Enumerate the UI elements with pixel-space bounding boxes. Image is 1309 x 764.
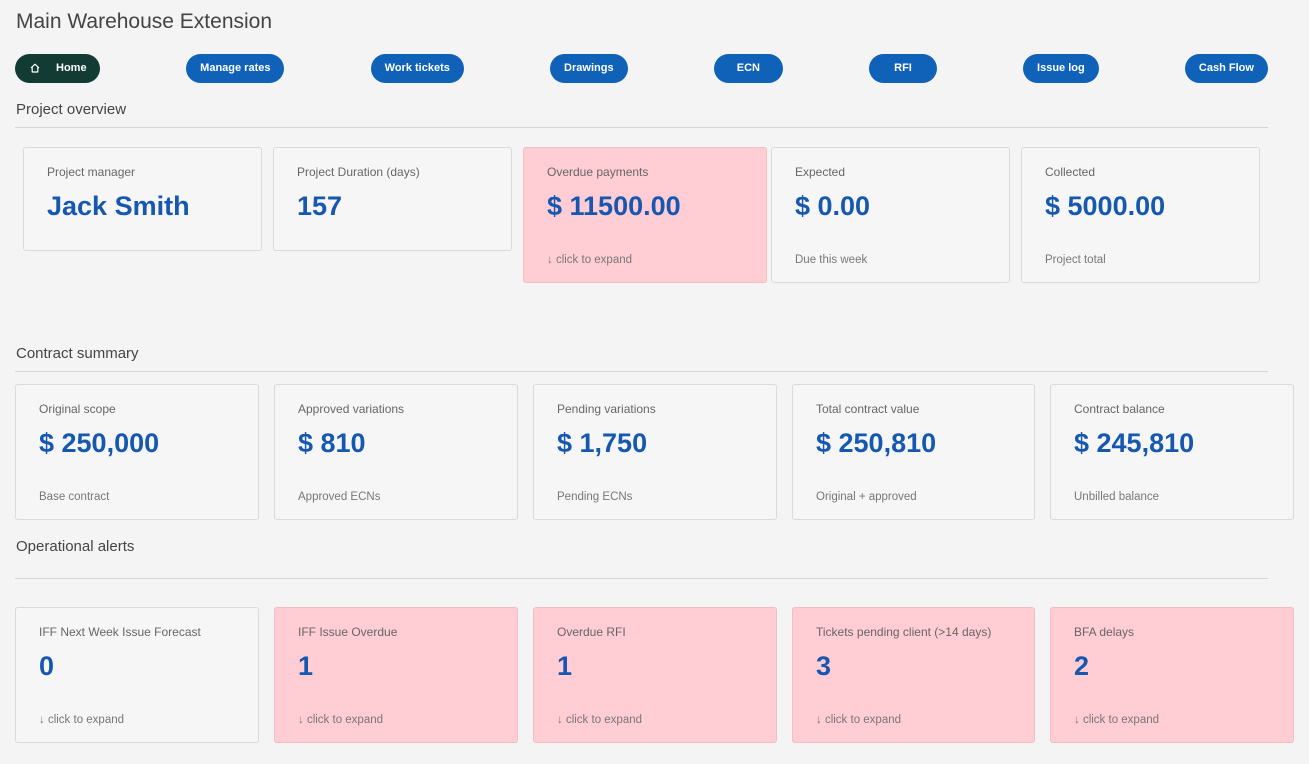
card-bfa-delays[interactable]: BFA delays 2 ↓ click to expand	[1050, 607, 1294, 743]
nav-issue-log-button[interactable]: Issue log	[1023, 53, 1099, 83]
nav-drawings-button[interactable]: Drawings	[550, 53, 628, 83]
nav-home-button[interactable]: Home	[15, 53, 100, 83]
card-overdue-payments[interactable]: Overdue payments $ 11500.00 ↓ click to e…	[523, 147, 767, 283]
card-original-scope: Original scope $ 250,000 Base contract	[15, 384, 259, 520]
card-expand-hint: ↓ click to expand	[39, 714, 125, 726]
card-tickets-pending-client[interactable]: Tickets pending client (>14 days) 3 ↓ cl…	[792, 607, 1035, 743]
page-title: Main Warehouse Extension	[16, 10, 273, 33]
card-iff-next-week-forecast[interactable]: IFF Next Week Issue Forecast 0 ↓ click t…	[15, 607, 259, 743]
card-value: $ 1,750	[557, 428, 648, 458]
card-sub: Due this week	[795, 254, 868, 266]
top-nav: Home Manage rates Work tickets Drawings …	[15, 53, 1268, 83]
card-approved-variations: Approved variations $ 810 Approved ECNs	[274, 384, 518, 520]
card-expand-hint: ↓ click to expand	[547, 254, 633, 266]
card-label: Contract balance	[1074, 402, 1165, 416]
card-value: $ 250,000	[39, 428, 160, 458]
card-expand-hint: ↓ click to expand	[816, 714, 902, 726]
card-label: Collected	[1045, 165, 1096, 179]
card-project-manager: Project manager Jack Smith	[23, 147, 262, 251]
card-expected: Expected $ 0.00 Due this week	[771, 147, 1010, 283]
card-contract-balance: Contract balance $ 245,810 Unbilled bala…	[1050, 384, 1294, 520]
card-iff-issue-overdue[interactable]: IFF Issue Overdue 1 ↓ click to expand	[274, 607, 518, 743]
card-collected: Collected $ 5000.00 Project total	[1021, 147, 1260, 283]
card-value: $ 0.00	[795, 191, 871, 221]
section-title-operational-alerts: Operational alerts	[16, 538, 135, 555]
card-value: $ 250,810	[816, 428, 937, 458]
home-icon	[29, 62, 41, 74]
card-expand-hint: ↓ click to expand	[298, 714, 384, 726]
card-pending-variations: Pending variations $ 1,750 Pending ECNs	[533, 384, 777, 520]
card-total-contract-value: Total contract value $ 250,810 Original …	[792, 384, 1035, 520]
nav-work-tickets-button[interactable]: Work tickets	[370, 53, 464, 83]
card-label: Overdue RFI	[557, 625, 626, 639]
card-value: 3	[816, 651, 832, 681]
card-expand-hint: ↓ click to expand	[1074, 714, 1160, 726]
card-label: Tickets pending client (>14 days)	[816, 625, 992, 639]
card-sub: Pending ECNs	[557, 491, 633, 503]
card-value: 1	[557, 651, 573, 681]
card-value: $ 5000.00	[1045, 191, 1166, 221]
card-value: 0	[39, 651, 55, 681]
nav-manage-rates-button[interactable]: Manage rates	[186, 53, 285, 83]
card-label: Total contract value	[816, 402, 920, 416]
card-project-duration: Project Duration (days) 157	[273, 147, 512, 251]
card-sub: Approved ECNs	[298, 491, 381, 503]
card-label: Original scope	[39, 402, 116, 416]
section-title-project-overview: Project overview	[16, 101, 127, 118]
card-value: 157	[297, 191, 343, 221]
card-value: Jack Smith	[47, 191, 190, 221]
card-label: IFF Issue Overdue	[298, 625, 398, 639]
card-overdue-rfi[interactable]: Overdue RFI 1 ↓ click to expand	[533, 607, 777, 743]
divider	[15, 371, 1268, 372]
card-sub: Original + approved	[816, 491, 917, 503]
card-label: Project Duration (days)	[297, 165, 420, 179]
card-value: 1	[298, 651, 314, 681]
divider	[15, 127, 1268, 128]
nav-home-label: Home	[56, 62, 87, 74]
card-label: Expected	[795, 165, 846, 179]
section-title-contract-summary: Contract summary	[16, 345, 139, 362]
card-label: Pending variations	[557, 402, 656, 416]
card-label: Overdue payments	[547, 165, 649, 179]
card-sub: Base contract	[39, 491, 110, 503]
card-label: Approved variations	[298, 402, 405, 416]
nav-cash-flow-button[interactable]: Cash Flow	[1184, 53, 1268, 83]
card-value: 2	[1074, 651, 1090, 681]
divider	[15, 578, 1268, 579]
card-expand-hint: ↓ click to expand	[557, 714, 643, 726]
card-value: $ 11500.00	[547, 191, 681, 221]
nav-rfi-button[interactable]: RFI	[869, 53, 937, 83]
card-value: $ 245,810	[1074, 428, 1195, 458]
card-label: IFF Next Week Issue Forecast	[39, 625, 201, 639]
card-label: Project manager	[47, 165, 136, 179]
card-value: $ 810	[298, 428, 366, 458]
card-sub: Project total	[1045, 254, 1106, 266]
card-label: BFA delays	[1074, 625, 1135, 639]
nav-ecn-button[interactable]: ECN	[713, 53, 783, 83]
card-sub: Unbilled balance	[1074, 491, 1160, 503]
